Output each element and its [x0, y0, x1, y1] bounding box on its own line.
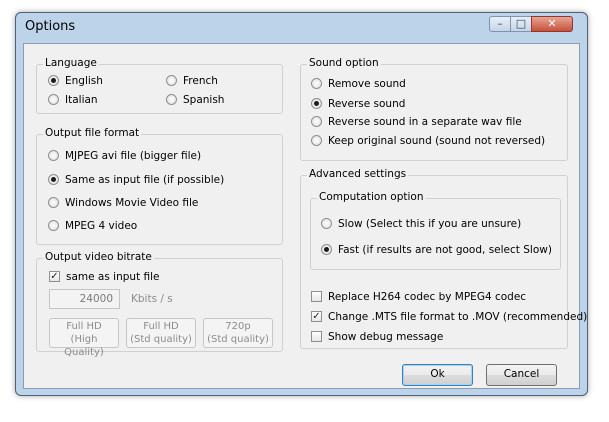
ok-button[interactable]: Ok	[402, 364, 473, 386]
radio-label: Fast (if results are not good, select Sl…	[338, 244, 552, 256]
bitrate-input[interactable]: 24000	[49, 289, 120, 309]
dialog-client-area: Language English French Italian Spanish …	[23, 43, 587, 389]
same-as-input-checkbox[interactable]: same as input file	[49, 270, 160, 284]
radio-icon	[311, 98, 322, 109]
radio-label: Keep original sound (sound not reversed)	[328, 135, 546, 147]
radio-icon	[311, 135, 322, 146]
minimize-button[interactable]: –	[489, 16, 511, 32]
sound-reverse-radio[interactable]: Reverse sound	[311, 97, 405, 111]
preset-fullhd-high-button[interactable]: Full HD (High Quality)	[49, 318, 119, 358]
radio-icon	[166, 94, 177, 105]
sound-keep-original-radio[interactable]: Keep original sound (sound not reversed)	[311, 134, 545, 148]
checkbox-icon	[311, 291, 322, 302]
radio-icon	[311, 116, 322, 127]
radio-icon	[48, 197, 59, 208]
close-button[interactable]: ✕	[531, 16, 573, 32]
computation-group: Computation option Slow (Select this if …	[310, 191, 561, 270]
bitrate-legend: Output video bitrate	[43, 251, 154, 263]
radio-icon	[166, 75, 177, 86]
preset-720p-std-button[interactable]: 720p (Std quality)	[203, 318, 273, 348]
radio-label: French	[183, 75, 218, 87]
preset-label: Full HD	[143, 321, 179, 332]
output-format-group: Output file format MJPEG avi file (bigge…	[36, 127, 283, 245]
show-debug-checkbox[interactable]: Show debug message	[311, 330, 443, 344]
cancel-button[interactable]: Cancel	[486, 364, 557, 386]
checkbox-icon	[311, 311, 322, 322]
language-legend: Language	[43, 57, 99, 69]
computation-fast-radio[interactable]: Fast (if results are not good, select Sl…	[321, 243, 552, 257]
advanced-group: Advanced settings Computation option Slo…	[300, 168, 587, 349]
radio-label: MPEG 4 video	[65, 220, 138, 232]
radio-label: Windows Movie Video file	[65, 197, 199, 209]
language-french-radio[interactable]: French	[166, 74, 218, 88]
format-same-as-input-radio[interactable]: Same as input file (if possible)	[48, 173, 224, 187]
preset-sublabel: (Std quality)	[130, 334, 192, 345]
format-mjpeg-radio[interactable]: MJPEG avi file (bigger file)	[48, 149, 201, 163]
radio-icon	[321, 244, 332, 255]
radio-label: Reverse sound in a separate wav file	[328, 116, 522, 128]
radio-icon	[48, 75, 59, 86]
replace-h264-checkbox[interactable]: Replace H264 codec by MPEG4 codec	[311, 290, 526, 304]
radio-label: Reverse sound	[328, 98, 406, 110]
preset-sublabel: (High Quality)	[64, 334, 104, 358]
language-group: Language English French Italian Spanish	[36, 57, 283, 114]
checkbox-label: Show debug message	[328, 331, 444, 343]
checkbox-label: same as input file	[66, 271, 160, 283]
bitrate-group: Output video bitrate same as input file …	[36, 251, 283, 358]
radio-icon	[48, 174, 59, 185]
format-wmv-radio[interactable]: Windows Movie Video file	[48, 196, 198, 210]
language-spanish-radio[interactable]: Spanish	[166, 93, 224, 107]
maximize-button[interactable]: □	[510, 16, 532, 32]
computation-slow-radio[interactable]: Slow (Select this if you are unsure)	[321, 217, 521, 231]
sound-remove-radio[interactable]: Remove sound	[311, 77, 406, 91]
radio-icon	[311, 78, 322, 89]
checkbox-label: Change .MTS file format to .MOV (recomme…	[328, 311, 588, 323]
preset-sublabel: (Std quality)	[207, 334, 269, 345]
language-italian-radio[interactable]: Italian	[48, 93, 98, 107]
preset-fullhd-std-button[interactable]: Full HD (Std quality)	[126, 318, 196, 348]
advanced-legend: Advanced settings	[307, 168, 409, 180]
title-bar[interactable]: Options – □ ✕	[16, 13, 587, 41]
radio-icon	[48, 150, 59, 161]
preset-label: Full HD	[66, 321, 102, 332]
bitrate-unit-label: Kbits / s	[131, 293, 173, 305]
radio-label: Remove sound	[328, 78, 406, 90]
radio-label: MJPEG avi file (bigger file)	[65, 150, 202, 162]
radio-label: Slow (Select this if you are unsure)	[338, 218, 522, 230]
radio-icon	[321, 218, 332, 229]
window-title: Options	[25, 19, 76, 34]
checkbox-icon	[49, 271, 60, 282]
radio-label: Same as input file (if possible)	[65, 174, 225, 186]
computation-legend: Computation option	[317, 191, 426, 203]
options-dialog: Options – □ ✕ Language English French It…	[15, 12, 588, 396]
sound-group: Sound option Remove sound Reverse sound …	[300, 57, 568, 161]
checkbox-icon	[311, 331, 322, 342]
output-format-legend: Output file format	[43, 127, 142, 139]
radio-label: Spanish	[183, 94, 225, 106]
sound-legend: Sound option	[307, 57, 381, 69]
preset-label: 720p	[225, 321, 251, 332]
radio-icon	[48, 94, 59, 105]
radio-icon	[48, 220, 59, 231]
radio-label: Italian	[65, 94, 98, 106]
checkbox-label: Replace H264 codec by MPEG4 codec	[328, 291, 527, 303]
sound-reverse-separate-radio[interactable]: Reverse sound in a separate wav file	[311, 115, 522, 129]
language-english-radio[interactable]: English	[48, 74, 103, 88]
change-mts-checkbox[interactable]: Change .MTS file format to .MOV (recomme…	[311, 310, 587, 324]
radio-label: English	[65, 75, 103, 87]
format-mpeg4-radio[interactable]: MPEG 4 video	[48, 219, 137, 233]
